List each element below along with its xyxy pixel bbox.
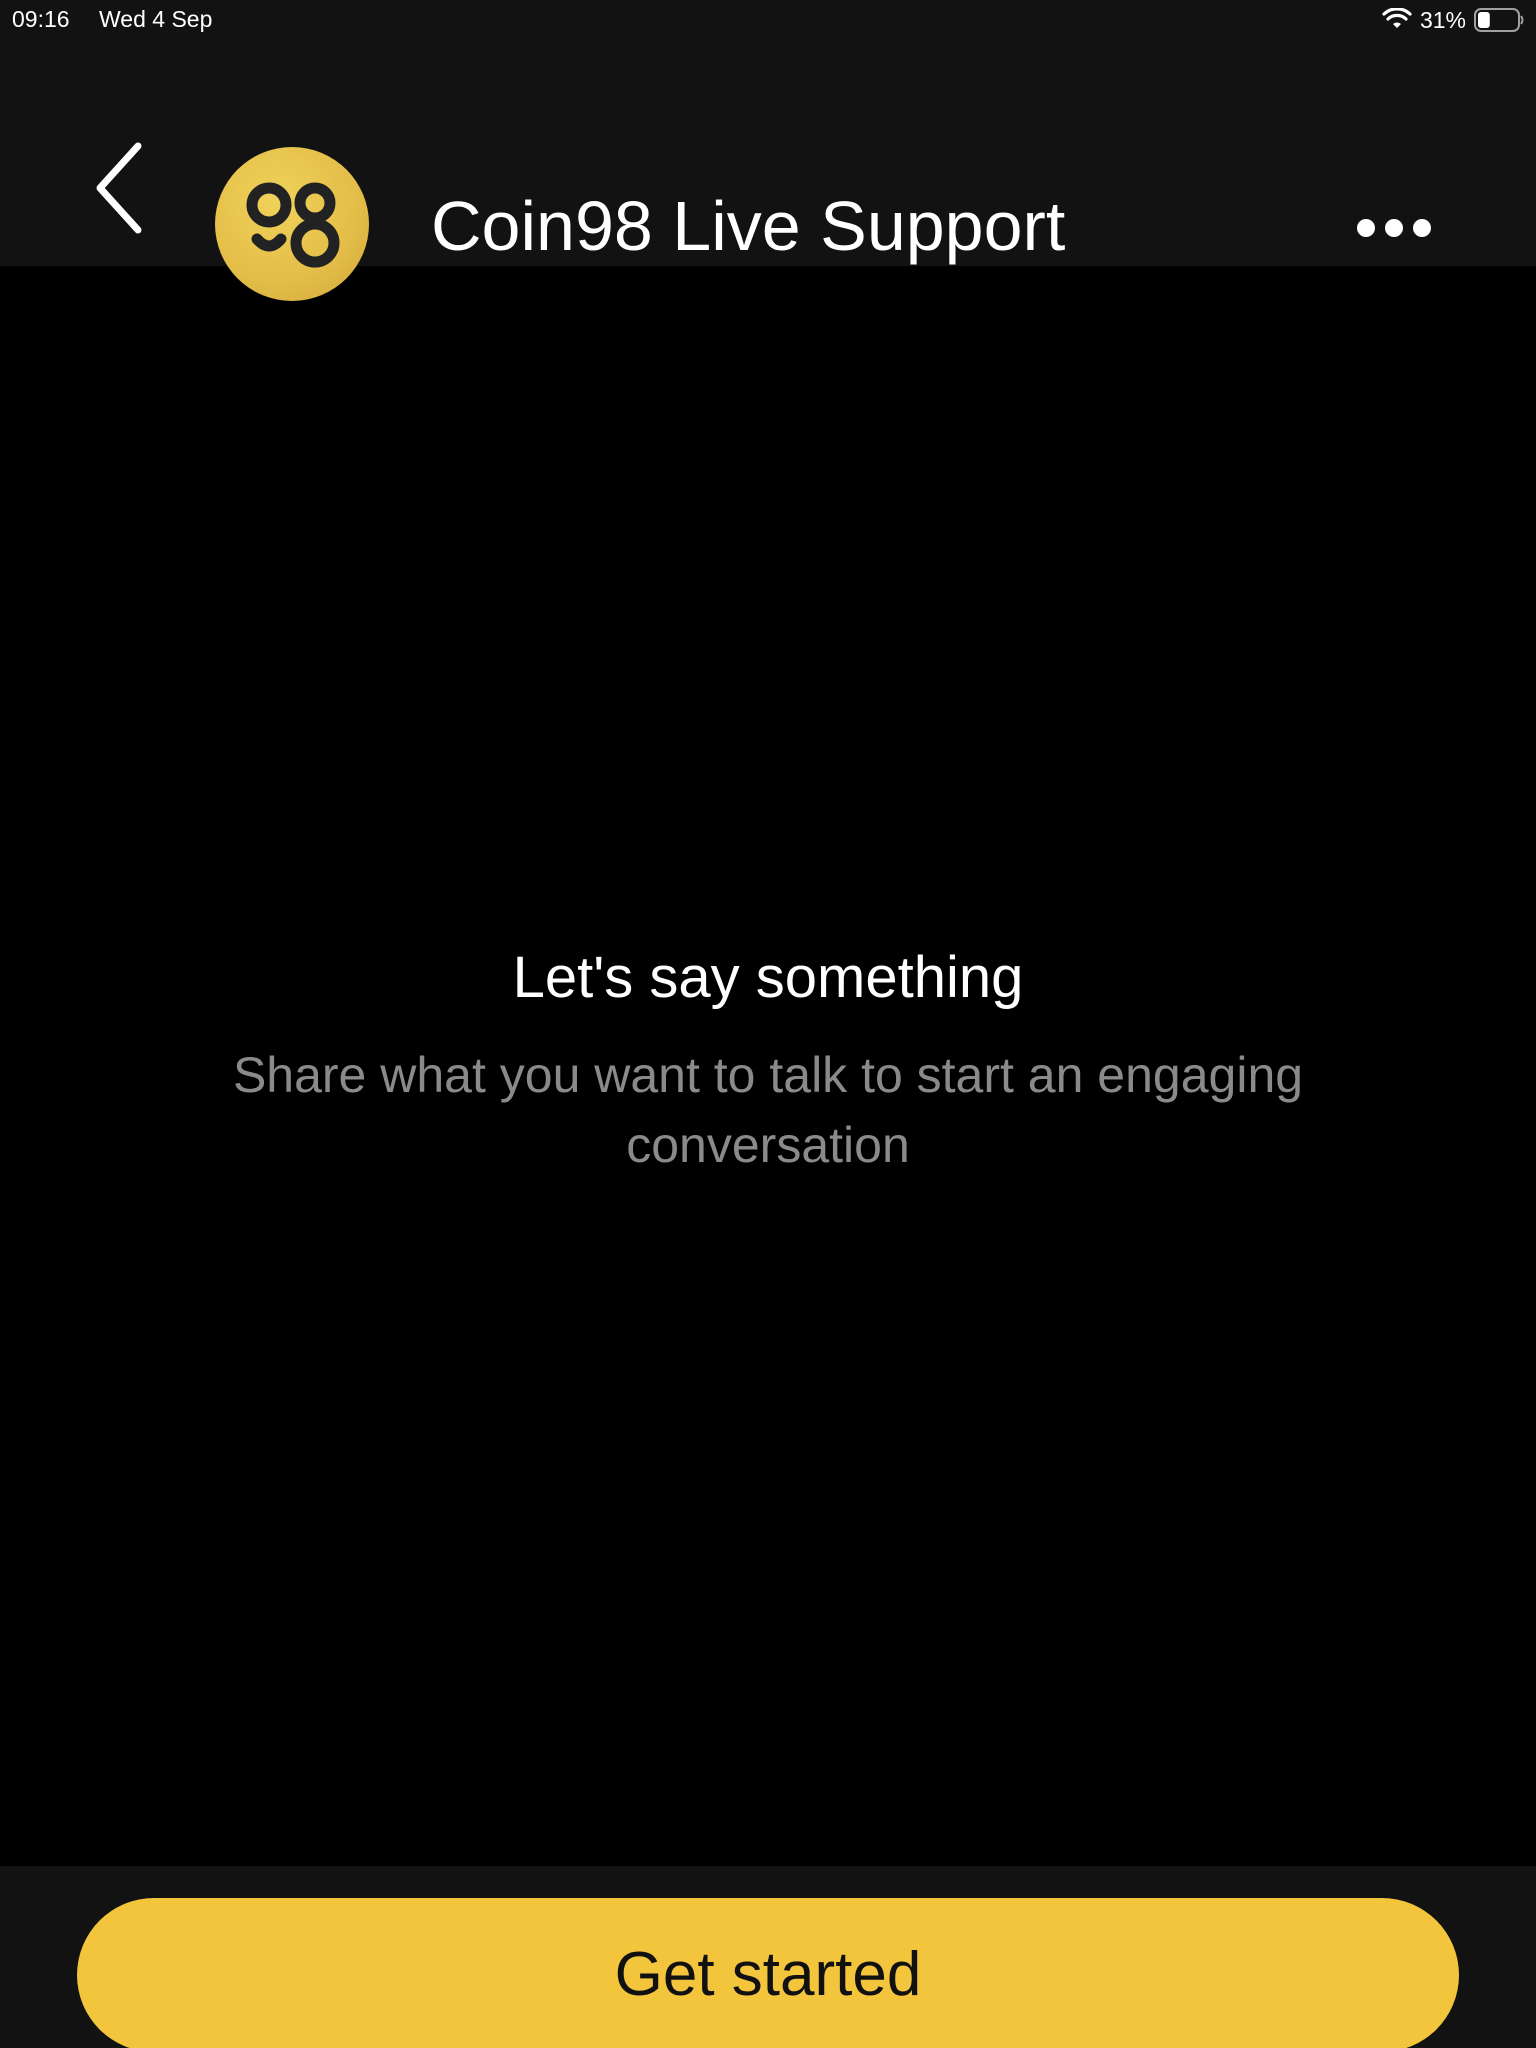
status-time: 09:16 (12, 6, 70, 32)
chat-header: Coin98 Live Support (0, 40, 1536, 301)
status-bar: 09:16 Wed 4 Sep 31% (0, 0, 1536, 40)
back-button[interactable] (88, 136, 158, 236)
battery-percent: 31% (1419, 6, 1466, 33)
chevron-left-icon (96, 142, 142, 234)
battery-icon (1474, 8, 1524, 32)
empty-state-title: Let's say something (512, 945, 1024, 1010)
chat-title: Coin98 Live Support (431, 187, 1066, 265)
coin98-logo-avatar (215, 147, 369, 301)
more-horizontal-icon (1357, 219, 1431, 237)
status-date: Wed 4 Sep (99, 6, 213, 32)
get-started-button[interactable]: Get started (77, 1898, 1459, 2048)
status-indicators: 31% (1382, 5, 1524, 35)
empty-state: Let's say something Share what you want … (0, 938, 1536, 1180)
bottom-bar: Get started (0, 1866, 1536, 2048)
more-options-button[interactable] (1352, 200, 1436, 256)
wifi-icon (1382, 8, 1412, 32)
chat-screen: 09:16 Wed 4 Sep 31% Coin98 Live Support … (0, 0, 1536, 2048)
empty-state-subtitle: Share what you want to talk to start an … (232, 1047, 1304, 1173)
